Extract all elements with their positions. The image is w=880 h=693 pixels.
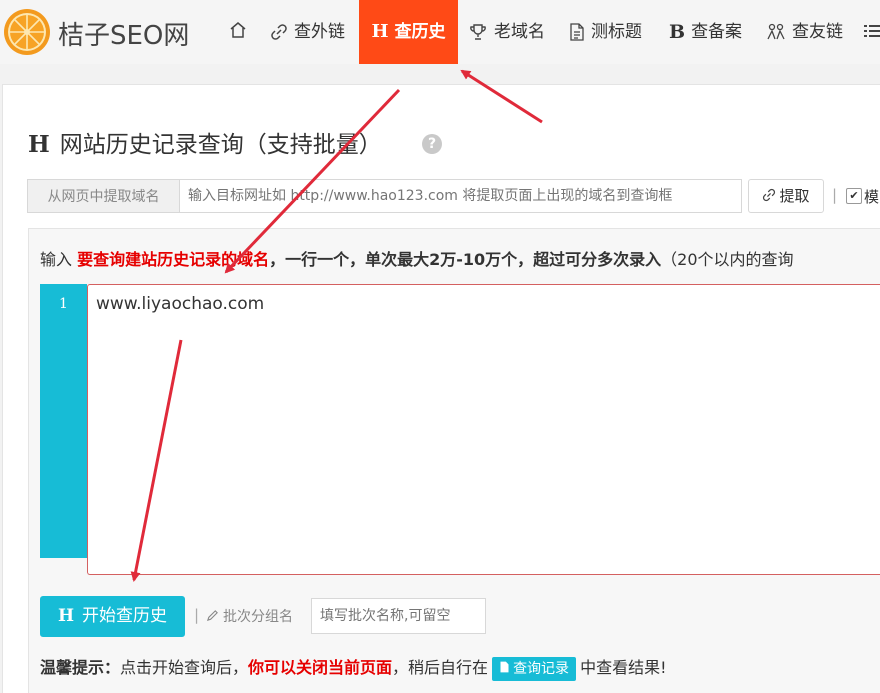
start-button-label: 开始查历史 — [82, 606, 168, 626]
tip-highlight: 你可以关闭当前页面 — [248, 658, 393, 677]
query-records-label: 查询记录 — [513, 660, 570, 677]
query-records-button[interactable]: 查询记录 — [492, 656, 577, 681]
nav-home[interactable] — [228, 0, 248, 64]
instruction-suffix: （20个以内的查询 — [661, 250, 794, 269]
pencil-icon — [206, 610, 218, 622]
line-number: 1 — [59, 296, 68, 312]
domain-list-textarea[interactable] — [87, 284, 880, 575]
nav-external-links[interactable]: 查外链 — [270, 0, 345, 64]
orange-logo-icon[interactable] — [2, 6, 52, 56]
h-icon: H — [371, 21, 389, 42]
tip-text: 中查看结果! — [580, 658, 667, 677]
help-icon[interactable]: ? — [422, 134, 442, 154]
extract-button-label: 提取 — [779, 187, 810, 205]
nav-old-domains[interactable]: 老域名 — [468, 0, 545, 64]
tip-label: 温馨提示： — [40, 658, 121, 677]
page-title: H 网站历史记录查询（支持批量） — [28, 125, 382, 159]
extract-url-input[interactable] — [179, 179, 742, 213]
h-icon: H — [28, 131, 50, 158]
page-title-text: 网站历史记录查询（支持批量） — [59, 132, 382, 158]
people-icon — [767, 23, 785, 40]
document-icon — [500, 661, 509, 673]
nav-friend-links[interactable]: 查友链 — [766, 0, 843, 64]
instruction-bold: ，一行一个，单次最大2万-10万个，超过可分多次录入 — [269, 250, 662, 269]
domain-list-content[interactable]: www.liyaochao.com — [96, 294, 264, 314]
b-icon: B — [669, 21, 686, 43]
tip-text: 点击开始查询后， — [120, 658, 249, 677]
nav-icp-record[interactable]: B 查备案 — [669, 0, 742, 64]
model-checkbox[interactable]: ✔ — [846, 188, 862, 204]
nav-history-active[interactable]: H 查历史 — [359, 0, 458, 64]
instruction-prefix: 输入 — [40, 250, 78, 269]
link-icon — [271, 24, 287, 40]
document-icon — [570, 23, 584, 41]
brand-name[interactable]: 桔子SEO网 — [58, 15, 189, 52]
batch-group-name-input[interactable] — [311, 598, 486, 634]
nav-label: 查外链 — [294, 22, 345, 42]
link-icon — [763, 188, 776, 202]
nav-label: 查友链 — [792, 22, 843, 42]
nav-label: 查历史 — [394, 22, 446, 42]
line-number-gutter — [40, 284, 87, 558]
h-icon: H — [57, 606, 75, 626]
extract-button[interactable]: 提取 — [748, 179, 824, 213]
nav-label: 查备案 — [691, 22, 743, 42]
top-navigation-bar: 桔子SEO网 查外链 H 查历史 老域名 测标题 B 查备案 查友链 — [0, 0, 880, 64]
nav-label: 老域名 — [494, 22, 545, 42]
input-instruction: 输入 要查询建站历史记录的域名，一行一个，单次最大2万-10万个，超过可分多次录… — [40, 246, 794, 270]
batch-group-label-text: 批次分组名 — [223, 609, 293, 625]
home-icon — [230, 22, 246, 38]
divider: | — [194, 606, 200, 624]
model-checkbox-label: 模 — [864, 188, 880, 206]
start-history-query-button[interactable]: H 开始查历史 — [40, 596, 185, 637]
nav-test-title[interactable]: 测标题 — [569, 0, 642, 64]
nav-label: 测标题 — [591, 22, 642, 42]
batch-group-label: 批次分组名 — [206, 606, 293, 626]
instruction-highlight: 要查询建站历史记录的域名 — [77, 250, 270, 269]
divider: | — [832, 186, 838, 204]
tip-text: ，稍后自行在 — [392, 658, 489, 677]
menu-list-icon[interactable] — [864, 22, 880, 40]
tip-line: 温馨提示：点击开始查询后，你可以关闭当前页面，稍后自行在 查询记录 中查看结果! — [40, 654, 666, 681]
extract-domains-label: 从网页中提取域名 — [27, 179, 179, 213]
trophy-icon — [470, 24, 486, 40]
